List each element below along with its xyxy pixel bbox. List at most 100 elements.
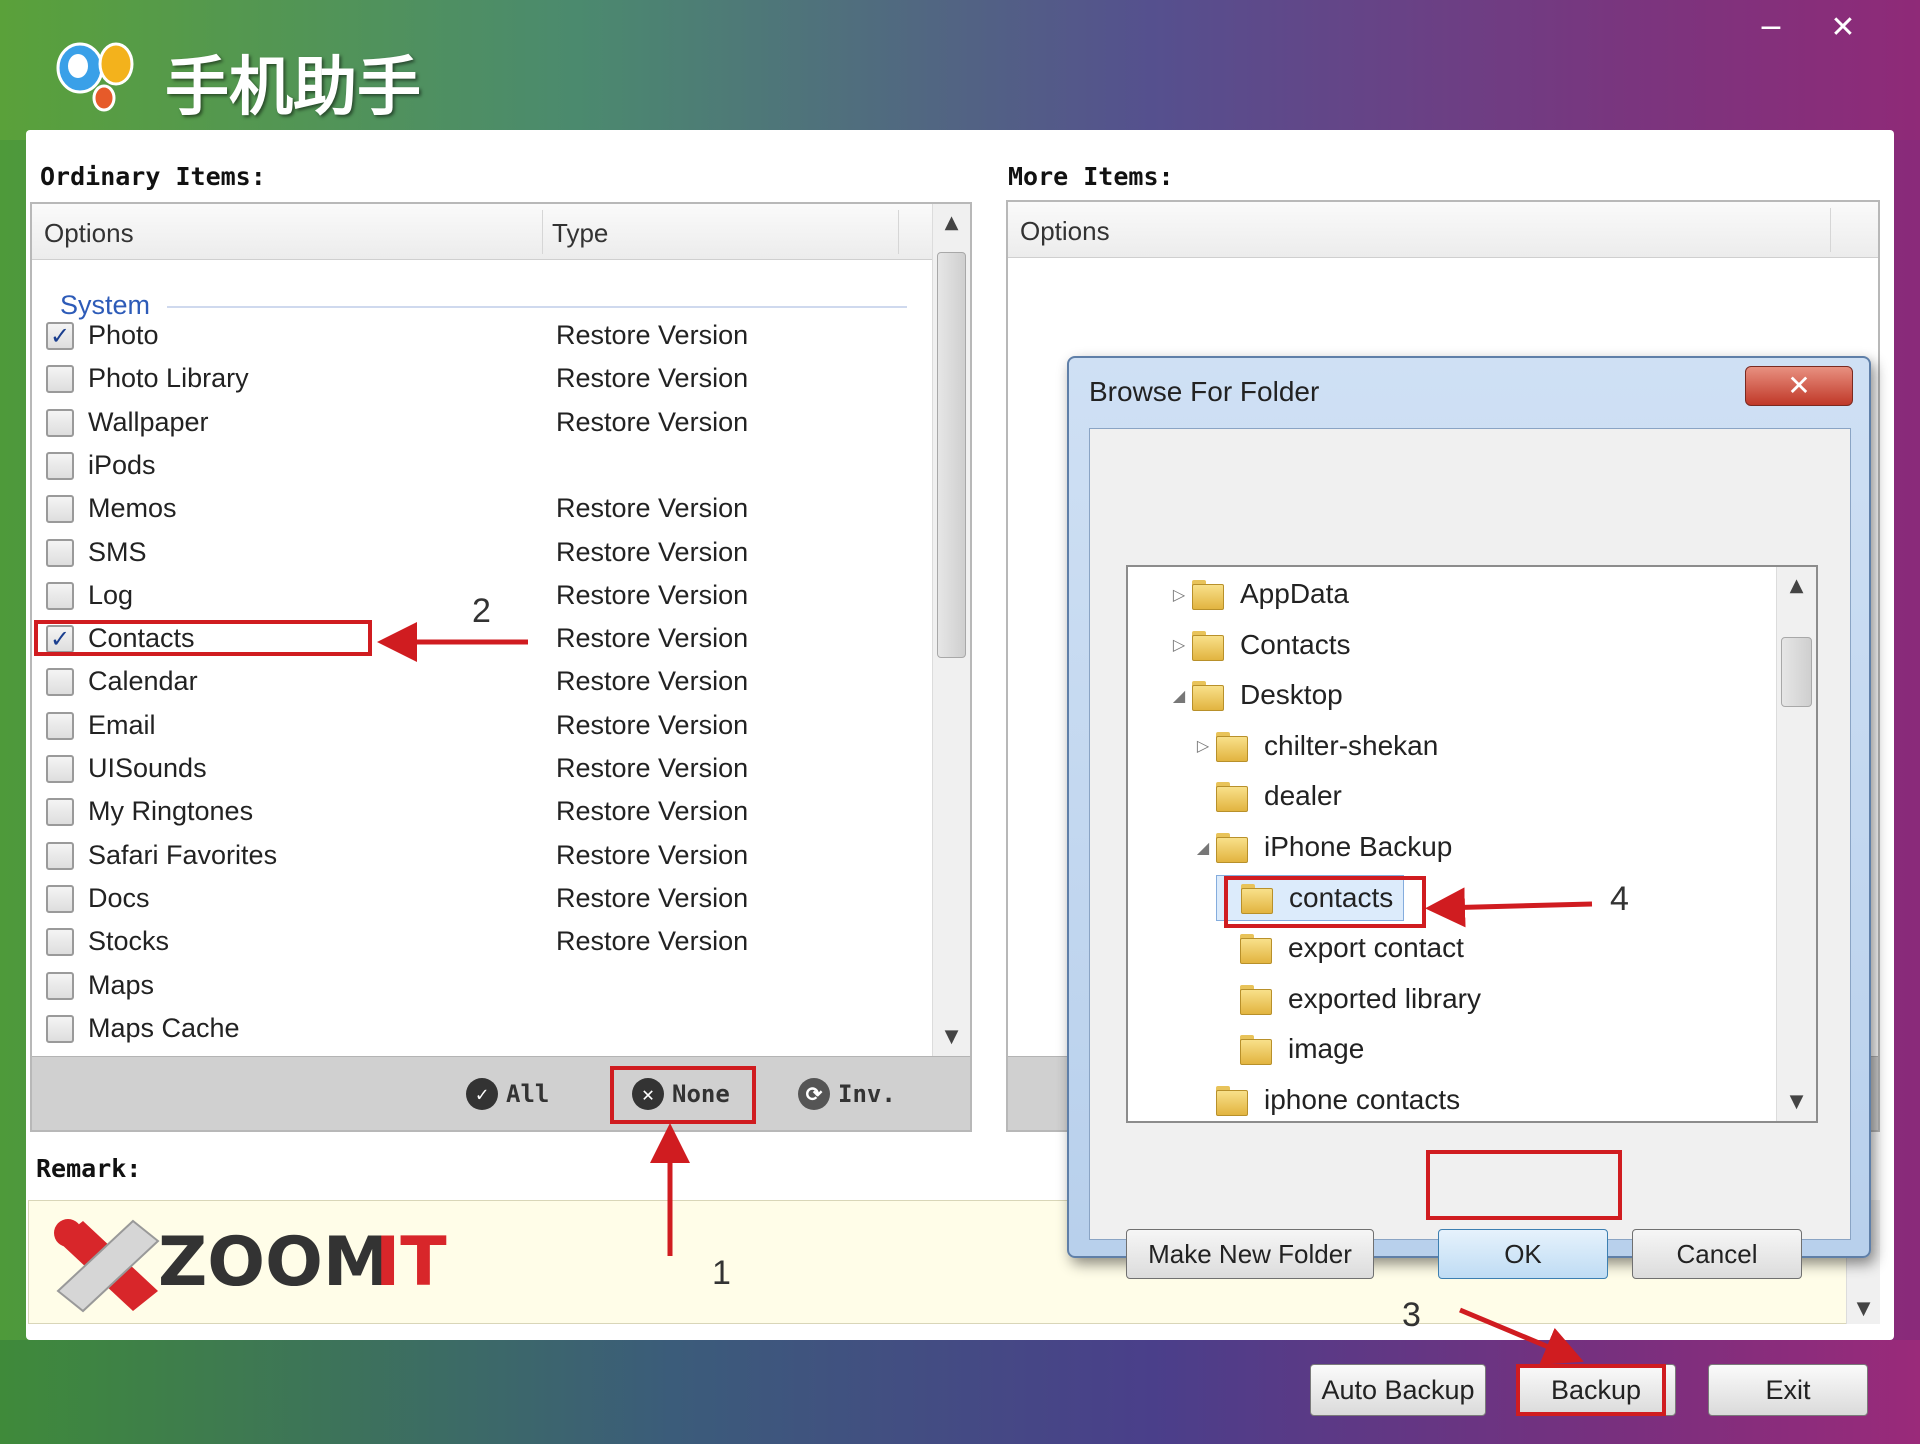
expand-toggle-icon[interactable]: ◢ (1168, 686, 1190, 705)
folder-tree-item[interactable]: ▷ chilter-shekan (1192, 723, 1438, 769)
folder-tree-item[interactable]: export contact (1216, 925, 1464, 971)
list-item[interactable]: Memos Restore Version (42, 489, 942, 529)
column-divider[interactable] (542, 210, 543, 254)
list-item[interactable]: My Ringtones Restore Version (42, 792, 942, 832)
item-checkbox[interactable] (46, 798, 74, 827)
folder-tree[interactable]: ▷ AppData ▷ Contacts ◢ Desktop ▷ chilter-shekan… (1126, 565, 1818, 1123)
item-checkbox[interactable] (46, 711, 74, 740)
folder-icon (1214, 1084, 1250, 1116)
scroll-thumb[interactable] (1781, 637, 1812, 707)
list-item[interactable]: SMS Restore Version (42, 533, 942, 573)
item-checkbox[interactable] (46, 365, 74, 394)
annotation-number-4: 4 (1610, 880, 1629, 918)
folder-tree-item[interactable]: ◢ Desktop (1168, 672, 1343, 718)
select-all-button[interactable]: ✓ All (466, 1073, 549, 1115)
item-type: Restore Version (556, 753, 749, 783)
exit-button[interactable]: Exit (1708, 1364, 1868, 1416)
folder-tree-item[interactable]: ▷ Contacts (1168, 622, 1351, 668)
folder-icon (1190, 629, 1226, 661)
list-item[interactable]: Photo Library Restore Version (42, 359, 942, 399)
ordinary-items-list[interactable]: Options Type System ✓ Photo Restore Versio… (30, 202, 972, 1132)
item-checkbox[interactable] (46, 495, 74, 524)
item-checkbox[interactable] (46, 841, 74, 870)
list-item[interactable]: iPods (42, 446, 942, 486)
group-divider (167, 306, 907, 308)
list-item[interactable]: Docs Restore Version (42, 879, 942, 919)
folder-icon (1238, 932, 1274, 965)
item-name: iPods (88, 449, 156, 480)
folder-label: Desktop (1240, 679, 1343, 711)
list-scrollbar[interactable]: ▲ ▼ (932, 204, 970, 1056)
list-item[interactable]: Email Restore Version (42, 706, 942, 746)
item-name: Memos (88, 493, 177, 524)
item-checkbox[interactable] (46, 971, 74, 1000)
item-checkbox[interactable] (46, 538, 74, 567)
item-checkbox[interactable] (46, 1014, 74, 1043)
list-item[interactable]: Safari Favorites Restore Version (42, 836, 942, 876)
invert-icon: ⟳ (798, 1078, 830, 1110)
folder-tree-item[interactable]: dealer (1192, 773, 1342, 819)
close-button[interactable]: ✕ (1812, 8, 1874, 48)
expand-toggle-icon[interactable]: ▷ (1168, 635, 1190, 654)
scroll-up-arrow-icon[interactable]: ▲ (1777, 571, 1816, 601)
col-type-header[interactable]: Type (552, 218, 608, 249)
list-item[interactable]: Log Restore Version (42, 576, 942, 616)
invert-selection-label: Inv. (838, 1080, 896, 1108)
item-checkbox[interactable] (46, 928, 74, 957)
expand-toggle-icon[interactable]: ▷ (1192, 736, 1214, 755)
browse-folder-dialog: Browse For Folder ✕ ▷ AppData ▷ Contacts ◢ De… (1067, 356, 1871, 1279)
item-checkbox[interactable] (46, 668, 74, 697)
list-item[interactable]: Calendar Restore Version (42, 662, 942, 702)
make-new-folder-button[interactable]: Make New Folder (1126, 1229, 1374, 1279)
invert-selection-button[interactable]: ⟳ Inv. (798, 1073, 896, 1115)
scroll-down-arrow-icon[interactable]: ▼ (1847, 1294, 1880, 1324)
col-options-header[interactable]: Options (44, 218, 134, 249)
more-col-options-header[interactable]: Options (1020, 216, 1110, 247)
list-item[interactable]: Maps (42, 966, 942, 1006)
folder-tree-item[interactable]: exported library (1216, 976, 1481, 1022)
scroll-thumb[interactable] (937, 252, 966, 658)
list-item[interactable]: Stocks Restore Version (42, 922, 942, 962)
scroll-down-arrow-icon[interactable]: ▼ (933, 1022, 970, 1052)
item-name: Stocks (88, 926, 170, 957)
tree-scrollbar[interactable]: ▲ ▼ (1776, 567, 1816, 1121)
check-circle-icon: ✓ (466, 1078, 498, 1110)
column-divider[interactable] (898, 210, 899, 254)
folder-icon (1190, 679, 1226, 712)
item-checkbox[interactable] (46, 451, 74, 480)
folder-tree-item[interactable]: ◢ iPhone Backup (1192, 824, 1452, 870)
list-item[interactable]: ✓ Photo Restore Version (42, 316, 942, 356)
item-type: Restore Version (556, 796, 749, 827)
item-checkbox[interactable] (46, 581, 74, 610)
column-divider[interactable] (1830, 208, 1831, 252)
item-name: My Ringtones (88, 796, 254, 827)
list-item[interactable]: Wallpaper Restore Version (42, 403, 942, 443)
ok-button[interactable]: OK (1438, 1229, 1608, 1279)
cancel-button[interactable]: Cancel (1632, 1229, 1802, 1279)
folder-icon (1214, 780, 1250, 813)
list-item[interactable]: UISounds Restore Version (42, 749, 942, 789)
item-type: Restore Version (556, 666, 749, 697)
annotation-box-contacts-folder (1224, 876, 1426, 928)
item-checkbox[interactable] (46, 884, 74, 913)
scroll-down-arrow-icon[interactable]: ▼ (1777, 1087, 1816, 1117)
folder-tree-item[interactable]: ▷ AppData (1168, 571, 1349, 617)
folder-tree-item[interactable]: image (1216, 1026, 1364, 1072)
expand-toggle-icon[interactable]: ◢ (1192, 838, 1214, 857)
item-type: Restore Version (556, 320, 749, 350)
ordinary-items-label: Ordinary Items: (40, 162, 266, 191)
item-name: Photo (88, 320, 159, 350)
auto-backup-button[interactable]: Auto Backup (1310, 1364, 1486, 1416)
expand-toggle-icon[interactable]: ▷ (1168, 585, 1190, 604)
folder-tree-item[interactable]: iphone contacts (1192, 1077, 1460, 1121)
item-checkbox[interactable]: ✓ (46, 322, 74, 350)
folder-label: Contacts (1240, 628, 1351, 660)
list-item[interactable]: Maps Cache (42, 1009, 942, 1049)
item-checkbox[interactable] (46, 408, 74, 437)
app-logo-icon (56, 42, 134, 112)
item-checkbox[interactable] (46, 755, 74, 783)
minimize-button[interactable]: − (1740, 8, 1802, 48)
scroll-up-arrow-icon[interactable]: ▲ (933, 208, 970, 238)
dialog-close-button[interactable]: ✕ (1745, 366, 1853, 406)
item-type: Restore Version (556, 623, 749, 654)
